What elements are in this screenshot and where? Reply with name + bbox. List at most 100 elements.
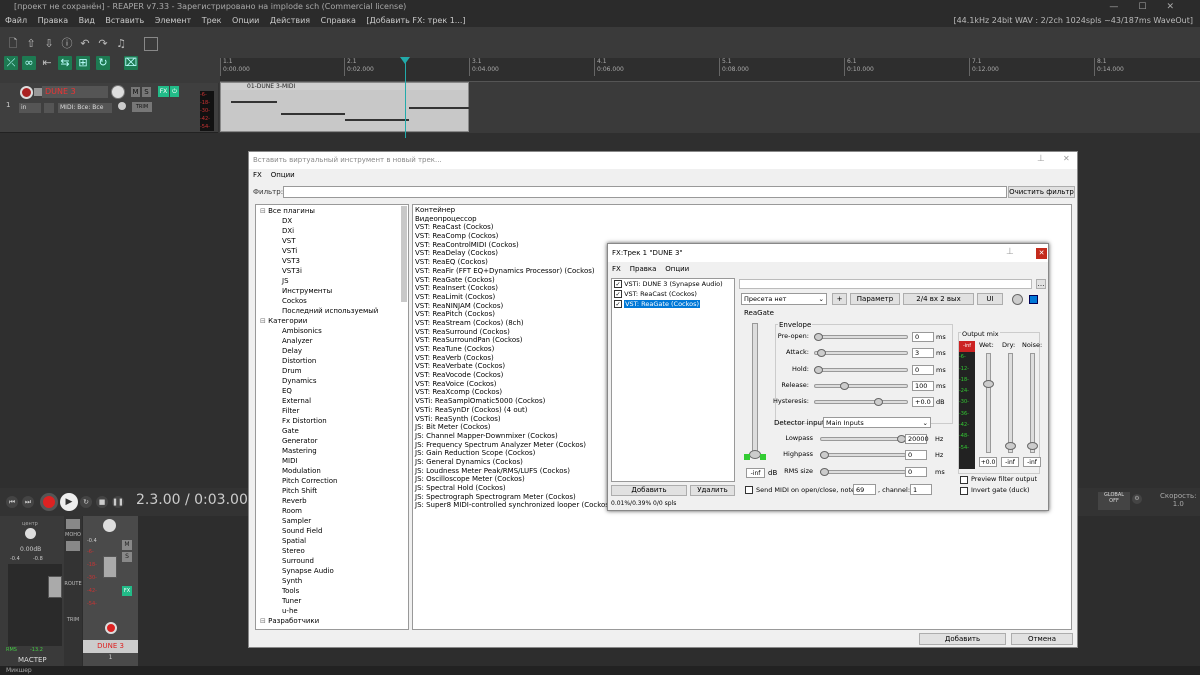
hysteresis-slider-track[interactable]: [814, 400, 908, 405]
settings-icon[interactable]: ⚙: [1132, 494, 1142, 504]
mixer-mute-button[interactable]: M: [122, 540, 132, 550]
fx-button[interactable]: FX: [158, 86, 169, 97]
close-icon[interactable]: ✕: [1063, 154, 1070, 163]
mixer-record-arm-icon[interactable]: [105, 622, 117, 634]
menu-insert[interactable]: Вставить: [105, 16, 144, 25]
record-button[interactable]: [40, 493, 58, 511]
fx-remove-button[interactable]: Удалить: [690, 485, 735, 496]
tree-item[interactable]: Инструменты: [258, 286, 406, 296]
tree-item[interactable]: JS: [258, 276, 406, 286]
lowpass-value[interactable]: 20000: [905, 434, 929, 444]
pan-knob[interactable]: [118, 102, 126, 110]
repeat-icon[interactable]: ↻: [80, 496, 92, 508]
tree-item[interactable]: Sound Field: [258, 526, 406, 536]
wet-slider-thumb[interactable]: [983, 380, 994, 388]
dry-slider-track[interactable]: [1008, 353, 1013, 453]
wet-value[interactable]: +0.0: [979, 457, 997, 467]
tree-item[interactable]: Dynamics: [258, 376, 406, 386]
input-mode-button[interactable]: in: [19, 103, 41, 113]
tree-item[interactable]: MIDI: [258, 456, 406, 466]
menu-track[interactable]: Трек: [202, 16, 222, 25]
io-routing-button[interactable]: 2/4 вх 2 вых: [903, 293, 974, 305]
attack-value[interactable]: 3: [912, 348, 934, 359]
detector-dropdown[interactable]: Main Inputs ⌄: [823, 417, 931, 428]
pre-open-slider-thumb[interactable]: [814, 333, 823, 341]
fx-chain-list[interactable]: ✓ VSTi: DUNE 3 (Synapse Audio) ✓ VST: Re…: [611, 278, 735, 482]
grouping-icon[interactable]: ⊞: [76, 56, 90, 70]
tree-item[interactable]: Modulation: [258, 466, 406, 476]
highpass-value[interactable]: 0: [905, 450, 927, 461]
tree-item[interactable]: Room: [258, 506, 406, 516]
new-project-icon[interactable]: 🗋: [6, 37, 20, 51]
invert-gate-checkbox[interactable]: [960, 487, 968, 495]
tree-item[interactable]: External: [258, 396, 406, 406]
volume-knob[interactable]: [111, 85, 125, 99]
attack-slider-track[interactable]: [814, 351, 908, 356]
wet-slider-track[interactable]: [986, 353, 991, 453]
cancel-button[interactable]: Отмена: [1011, 633, 1073, 645]
menu-edit[interactable]: Правка: [38, 16, 68, 25]
tree-item[interactable]: VST: [258, 236, 406, 246]
send-midi-checkbox[interactable]: [745, 486, 753, 494]
tree-item[interactable]: Gate: [258, 426, 406, 436]
midi-channel-field[interactable]: 1: [910, 484, 932, 495]
hysteresis-value[interactable]: +0.0: [912, 397, 934, 408]
open-project-icon[interactable]: ⇧: [24, 37, 38, 51]
tree-item[interactable]: Fx Distortion: [258, 416, 406, 426]
tree-group[interactable]: ⊟ Все плагины: [258, 206, 406, 216]
preview-filter-checkbox[interactable]: [960, 476, 968, 484]
rms-slider-track[interactable]: [820, 469, 906, 474]
category-tree[interactable]: ⊟ Все плагины DX DXi VST VSTi VST3 VST3i JS Инст…: [255, 204, 409, 630]
midi-note-field[interactable]: 69: [853, 484, 876, 495]
track-pan-knob[interactable]: [103, 519, 116, 532]
dry-value[interactable]: -inf: [1001, 457, 1019, 467]
mixer-solo-button[interactable]: S: [122, 552, 132, 562]
tree-item[interactable]: Sampler: [258, 516, 406, 526]
mixer-docker-tab[interactable]: Микшер: [0, 666, 1200, 675]
checkbox-checked-icon[interactable]: ✓: [614, 300, 622, 308]
tree-item[interactable]: DXi: [258, 226, 406, 236]
tree-item[interactable]: Tuner: [258, 596, 406, 606]
info-more-button[interactable]: …: [1036, 279, 1046, 289]
go-to-end-icon[interactable]: ⏭: [22, 496, 34, 508]
tree-item[interactable]: VSTi: [258, 246, 406, 256]
fx-chain-item[interactable]: ✓ VSTi: DUNE 3 (Synapse Audio): [612, 279, 734, 289]
tree-item[interactable]: Последний используемый: [258, 306, 406, 316]
tree-item[interactable]: Mastering: [258, 446, 406, 456]
save-project-icon[interactable]: ⇩: [42, 37, 56, 51]
global-automation[interactable]: GLOBAL OFF: [1098, 492, 1130, 510]
hold-value[interactable]: 0: [912, 364, 934, 375]
highpass-slider-thumb[interactable]: [820, 451, 829, 460]
redo-icon[interactable]: ↷: [96, 37, 110, 51]
auto-crossfade-icon[interactable]: ∞: [22, 56, 36, 70]
filter-input[interactable]: [283, 186, 1007, 198]
grid-icon[interactable]: [144, 37, 158, 51]
tree-item[interactable]: Synapse Audio: [258, 566, 406, 576]
menu-options[interactable]: Опции: [232, 16, 259, 25]
tree-item[interactable]: Reverb: [258, 496, 406, 506]
trim-button[interactable]: TRIM: [132, 102, 152, 112]
mixer-track-name[interactable]: DUNE 3: [83, 640, 138, 653]
checkbox-checked-icon[interactable]: ✓: [614, 290, 622, 298]
fx-menu-options[interactable]: Опции: [665, 265, 689, 273]
dry-slider-thumb[interactable]: [1005, 442, 1016, 450]
hold-slider-track[interactable]: [814, 367, 908, 372]
noise-slider-thumb[interactable]: [1027, 442, 1038, 450]
tree-item[interactable]: DX: [258, 216, 406, 226]
mixer-fx-button[interactable]: FX: [122, 586, 132, 596]
plugin-list-item[interactable]: Контейнер: [415, 206, 1069, 215]
tree-item[interactable]: Pitch Shift: [258, 486, 406, 496]
plugin-list-item[interactable]: VST: ReaCast (Cockos): [415, 223, 1069, 232]
param-button[interactable]: Параметр: [850, 293, 900, 305]
envelope-lock-icon[interactable]: ⇤: [40, 56, 54, 70]
release-slider-thumb[interactable]: [839, 381, 849, 390]
playrate[interactable]: Скорость: 1.0: [1160, 492, 1197, 508]
solo-button[interactable]: S: [142, 87, 151, 97]
master-fader[interactable]: [48, 576, 62, 598]
release-slider-track[interactable]: [814, 383, 908, 388]
audio-status[interactable]: [44.1kHz 24bit WAV : 2/2ch 1024spls ~43/…: [953, 14, 1193, 27]
clear-filter-button[interactable]: Очистить фильтр: [1008, 186, 1075, 198]
attack-slider-thumb[interactable]: [816, 349, 826, 358]
tree-group[interactable]: ⊟ Категории: [258, 316, 406, 326]
pre-open-slider-track[interactable]: [814, 335, 908, 339]
